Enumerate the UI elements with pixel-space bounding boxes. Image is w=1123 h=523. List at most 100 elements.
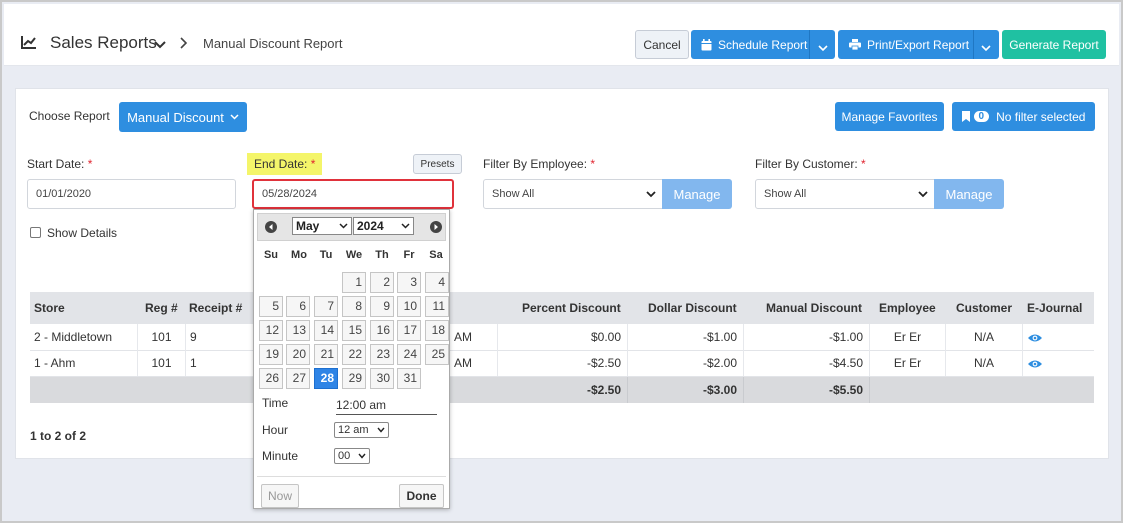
presets-button[interactable]: Presets <box>413 154 462 174</box>
cell-percent-discount: $0.00 <box>498 324 628 350</box>
end-date-input[interactable]: 05/28/2024 <box>252 179 454 209</box>
calendar-day[interactable]: 21 <box>314 344 338 365</box>
calendar-day[interactable]: 7 <box>314 296 338 317</box>
eye-icon[interactable] <box>1028 358 1042 372</box>
breadcrumb-current: Manual Discount Report <box>203 36 343 51</box>
manage-favorites-label: Manage Favorites <box>841 109 938 124</box>
weekday-label: Th <box>375 249 389 261</box>
now-button[interactable]: Now <box>261 484 299 508</box>
calendar-day[interactable]: 12 <box>259 320 283 341</box>
calendar-day[interactable]: 16 <box>370 320 394 341</box>
calendar-day[interactable]: 11 <box>425 296 449 317</box>
schedule-report-button[interactable]: Schedule Report <box>691 30 835 59</box>
cell-store: 1 - Ahm <box>30 350 138 376</box>
cell-customer: N/A <box>946 350 1023 376</box>
calendar-day[interactable]: 23 <box>370 344 394 365</box>
month-select-value: May <box>296 219 320 233</box>
filter-button[interactable]: 0 No filter selected <box>952 102 1095 131</box>
print-export-button[interactable]: Print/Export Report <box>838 30 999 59</box>
calendar-day[interactable]: 9 <box>370 296 394 317</box>
weekday-label: Sa <box>429 249 443 261</box>
report-type-label: Manual Discount <box>127 109 224 125</box>
calendar-day[interactable]: 4 <box>425 272 449 293</box>
calendar-day[interactable]: 31 <box>397 368 421 389</box>
chevron-down-icon <box>377 427 385 433</box>
manage-customer-button[interactable]: Manage <box>934 179 1004 209</box>
calendar-day[interactable]: 20 <box>286 344 310 365</box>
calendar-day[interactable]: 19 <box>259 344 283 365</box>
cell-reg: 101 <box>138 324 186 350</box>
chevron-down-icon[interactable] <box>154 38 166 52</box>
calendar-day[interactable]: 6 <box>286 296 310 317</box>
chevron-down-icon[interactable] <box>981 41 991 55</box>
manage-employee-button[interactable]: Manage <box>662 179 732 209</box>
calendar-day[interactable]: 25 <box>425 344 449 365</box>
calendar-day[interactable]: 3 <box>397 272 421 293</box>
calendar-day[interactable]: 26 <box>259 368 283 389</box>
print-export-label: Print/Export Report <box>867 37 970 52</box>
calendar-day[interactable]: 17 <box>397 320 421 341</box>
required-mark: * <box>87 157 93 171</box>
prev-month-icon[interactable] <box>265 221 277 233</box>
manage-favorites-button[interactable]: Manage Favorites <box>835 102 944 131</box>
calendar-day[interactable]: 13 <box>286 320 310 341</box>
calendar-day[interactable]: 18 <box>425 320 449 341</box>
calendar-day[interactable]: 22 <box>342 344 366 365</box>
weekday-label: Su <box>263 249 279 261</box>
minute-select[interactable]: 00 <box>334 448 370 464</box>
calendar-day[interactable]: 29 <box>342 368 366 389</box>
employee-select[interactable]: Show All <box>483 179 663 209</box>
calendar-day[interactable]: 1 <box>342 272 366 293</box>
presets-label: Presets <box>420 158 455 170</box>
end-date-value: 05/28/2024 <box>262 188 318 200</box>
filter-employee-label: Filter By Employee: * <box>483 157 595 171</box>
cancel-label: Cancel <box>643 37 681 52</box>
eye-icon[interactable] <box>1028 332 1042 346</box>
cell-dollar-discount: -$1.00 <box>628 324 744 350</box>
month-select[interactable]: May <box>292 217 352 235</box>
chevron-down-icon <box>358 453 366 459</box>
year-select[interactable]: 2024 <box>353 217 414 235</box>
calendar-day[interactable]: 2 <box>370 272 394 293</box>
calendar-day[interactable]: 10 <box>397 296 421 317</box>
calendar-day[interactable]: 24 <box>397 344 421 365</box>
calendar-day[interactable]: 5 <box>259 296 283 317</box>
done-button[interactable]: Done <box>399 484 444 508</box>
start-date-value: 01/01/2020 <box>36 188 92 200</box>
required-mark: * <box>590 157 596 171</box>
generate-report-button[interactable]: Generate Report <box>1002 30 1106 59</box>
cell-employee: Er Er <box>870 324 946 350</box>
cell-time-suffix: AM <box>452 350 498 376</box>
chevron-down-icon[interactable] <box>818 41 828 55</box>
calendar-day[interactable]: 27 <box>286 368 310 389</box>
hour-select[interactable]: 12 am <box>334 422 389 438</box>
now-label: Now <box>267 489 292 503</box>
datepicker-popup: May 2024 Su Mo Tu We Th Fr Sa 1234567891… <box>253 209 450 509</box>
start-date-input[interactable]: 01/01/2020 <box>27 179 236 209</box>
page-title: Sales Reports <box>50 33 157 52</box>
calendar-day[interactable]: 30 <box>370 368 394 389</box>
filter-customer-label: Filter By Customer: * <box>755 157 866 171</box>
show-details-checkbox[interactable] <box>30 227 41 238</box>
next-month-icon[interactable] <box>430 221 442 233</box>
filter-employee-label-text: Filter By Employee: <box>483 157 588 171</box>
cancel-button[interactable]: Cancel <box>635 30 689 59</box>
calendar-day[interactable]: 28 <box>314 368 338 389</box>
year-select-value: 2024 <box>357 219 384 233</box>
hour-label: Hour <box>262 423 289 437</box>
calendar-day[interactable]: 8 <box>342 296 366 317</box>
calendar-day[interactable]: 15 <box>342 320 366 341</box>
start-date-label: Start Date: * <box>27 157 92 171</box>
calendar-day[interactable]: 14 <box>314 320 338 341</box>
chevron-down-icon <box>401 223 410 229</box>
time-label: Time <box>262 396 289 410</box>
report-type-dropdown[interactable]: Manual Discount <box>119 102 247 132</box>
cell-receipt: 9 <box>186 324 254 350</box>
hour-select-value: 12 am <box>338 424 369 436</box>
schedule-report-label: Schedule Report <box>718 37 808 52</box>
col-dollar-discount: Dollar Discount <box>648 292 737 324</box>
customer-select[interactable]: Show All <box>755 179 935 209</box>
cell-customer: N/A <box>946 324 1023 350</box>
col-ejournal: E-Journal <box>1027 292 1083 324</box>
weekday-label: Tu <box>319 249 333 261</box>
